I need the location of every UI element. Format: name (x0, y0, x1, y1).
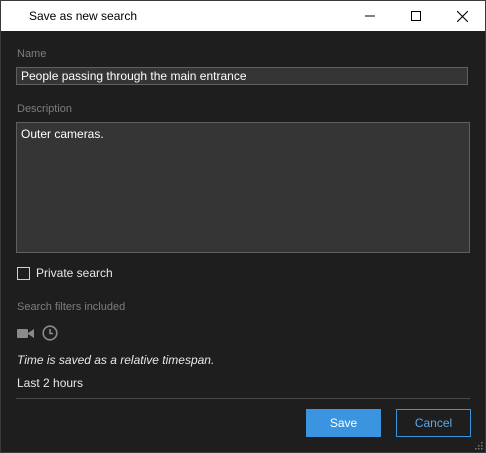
window-title: Save as new search (29, 9, 138, 23)
maximize-icon (411, 11, 421, 21)
private-search-option[interactable]: Private search (17, 266, 113, 280)
maximize-button[interactable] (393, 1, 439, 31)
search-filters-heading: Search filters included (17, 301, 126, 313)
save-button[interactable]: Save (306, 409, 381, 437)
close-icon (456, 10, 468, 22)
camera-icon (17, 328, 34, 338)
relative-timespan-note: Time is saved as a relative timespan. (17, 353, 215, 367)
cancel-button[interactable]: Cancel (396, 409, 471, 437)
title-bar: Save as new search (1, 1, 485, 31)
description-label: Description (17, 103, 73, 115)
private-search-label: Private search (36, 266, 113, 280)
clock-icon (42, 325, 58, 341)
close-button[interactable] (439, 1, 485, 31)
private-search-checkbox[interactable] (17, 266, 30, 280)
resize-grip-icon[interactable] (473, 440, 483, 450)
filter-icons (17, 325, 66, 341)
description-textarea[interactable]: Outer cameras. (16, 122, 470, 253)
minimize-icon (365, 15, 375, 17)
dialog-body: Name Description Outer cameras. Private … (1, 31, 485, 452)
save-search-dialog: Save as new search Name Description Oute… (0, 0, 486, 453)
timespan-value: Last 2 hours (17, 376, 84, 390)
name-input[interactable] (16, 67, 468, 85)
name-label: Name (17, 48, 47, 60)
minimize-button[interactable] (347, 1, 393, 31)
divider (16, 398, 470, 399)
